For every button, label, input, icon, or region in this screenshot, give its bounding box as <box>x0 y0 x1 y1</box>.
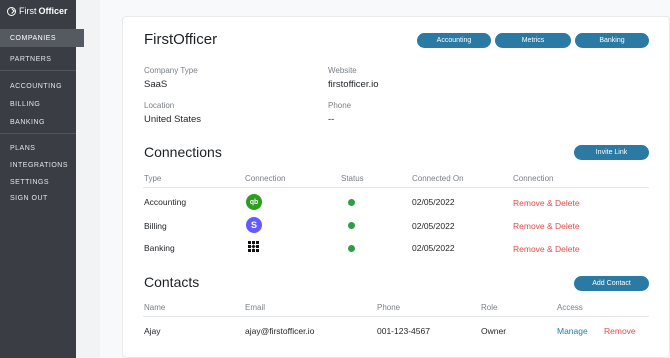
column-header-access: Access <box>557 303 583 312</box>
sidebar-divider <box>0 70 76 71</box>
contact-role: Owner <box>481 326 507 336</box>
sidebar: First Officer COMPANIES PARTNERS ACCOUNTI… <box>0 0 84 358</box>
status-connected-dot <box>348 199 355 206</box>
phone-label: Phone <box>328 101 352 110</box>
contact-phone: 001-123-4567 <box>377 326 430 336</box>
sidebar-item-plans[interactable]: PLANS <box>0 139 84 157</box>
column-header-connection-action: Connection <box>513 174 554 183</box>
connected-on-date: 02/05/2022 <box>412 197 455 207</box>
sidebar-item-integrations[interactable]: INTEGRATIONS <box>0 156 84 174</box>
sidebar-item-accounting[interactable]: ACCOUNTING <box>0 77 84 95</box>
logo-icon <box>7 6 16 16</box>
connection-type: Banking <box>144 243 175 253</box>
location-label: Location <box>144 101 175 110</box>
remove-delete-link[interactable]: Remove & Delete <box>513 198 580 208</box>
company-type-label: Company Type <box>144 66 198 75</box>
company-name: FirstOfficer <box>144 31 218 48</box>
metrics-button[interactable]: Metrics <box>495 33 571 48</box>
column-header-role: Role <box>481 303 498 312</box>
remove-delete-link[interactable]: Remove & Delete <box>513 221 580 231</box>
contacts-title: Contacts <box>144 274 200 290</box>
column-header-status: Status <box>341 174 364 183</box>
column-header-type: Type <box>144 174 162 183</box>
column-header-connected-on: Connected On <box>412 174 464 183</box>
invite-link-button[interactable]: Invite Link <box>574 145 649 160</box>
banking-button[interactable]: Banking <box>575 33 649 48</box>
accounting-button[interactable]: Accounting <box>417 33 491 48</box>
quickbooks-icon: qb <box>246 194 262 210</box>
sidebar-item-banking[interactable]: BANKING <box>0 113 84 131</box>
connection-type: Accounting <box>144 197 187 207</box>
app-logo[interactable]: First Officer <box>7 6 68 16</box>
table-divider <box>143 187 649 188</box>
sidebar-item-sign-out[interactable]: SIGN OUT <box>0 189 84 207</box>
add-contact-button[interactable]: Add Contact <box>574 276 649 291</box>
contact-email: ajay@firstofficer.io <box>245 326 315 336</box>
company-type-value: SaaS <box>144 79 168 90</box>
status-connected-dot <box>348 245 355 252</box>
column-header-phone: Phone <box>377 303 401 312</box>
table-divider <box>143 316 649 317</box>
sidebar-divider <box>0 133 76 134</box>
status-connected-dot <box>348 222 355 229</box>
connections-title: Connections <box>144 144 222 160</box>
sidebar-item-companies[interactable]: COMPANIES <box>0 29 84 47</box>
sidebar-item-billing[interactable]: BILLING <box>0 95 84 113</box>
stripe-icon: S <box>246 217 262 233</box>
column-header-name: Name <box>144 303 166 312</box>
location-value: United States <box>144 114 202 125</box>
website-value: firstofficer.io <box>328 79 379 90</box>
website-label: Website <box>328 66 357 75</box>
remove-contact-link[interactable]: Remove <box>604 326 636 336</box>
connected-on-date: 02/05/2022 <box>412 243 455 253</box>
manage-contact-link[interactable]: Manage <box>557 326 588 336</box>
remove-delete-link[interactable]: Remove & Delete <box>513 244 580 254</box>
connection-type: Billing <box>144 221 167 231</box>
connected-on-date: 02/05/2022 <box>412 221 455 231</box>
column-header-connection: Connection <box>245 174 286 183</box>
phone-value: -- <box>328 114 335 125</box>
column-header-email: Email <box>245 303 266 312</box>
plaid-icon <box>248 241 259 252</box>
sidebar-item-partners[interactable]: PARTNERS <box>0 50 84 68</box>
contact-name: Ajay <box>144 326 161 336</box>
